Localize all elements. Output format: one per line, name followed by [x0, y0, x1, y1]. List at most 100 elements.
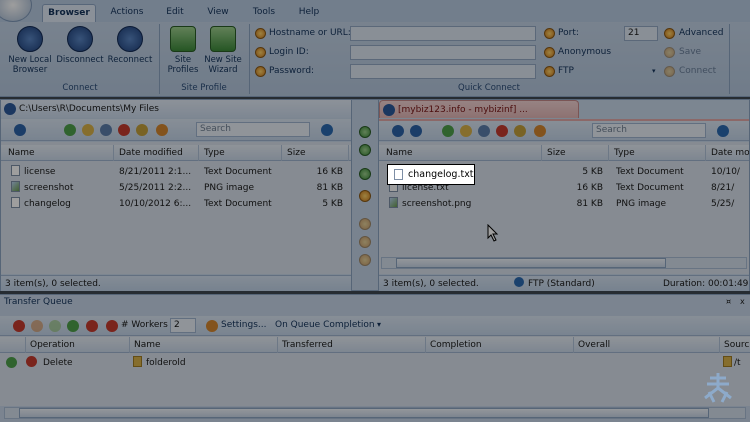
protocol-select[interactable]: FTP	[558, 65, 574, 77]
image-file-icon	[11, 181, 20, 192]
copy-icon[interactable]	[478, 125, 490, 137]
delete-icon[interactable]	[118, 124, 130, 136]
table-row[interactable]: Delete folderold /t	[0, 355, 750, 371]
table-row[interactable]: screenshot 5/25/2011 2:2... PNG image 81…	[1, 180, 351, 196]
queue-completion-dropdown[interactable]: On Queue Completion	[275, 320, 375, 330]
column-header-operation[interactable]: Operation	[26, 337, 130, 353]
pin-icon[interactable]: ¤	[726, 297, 731, 306]
tab-edit[interactable]: Edit	[158, 4, 192, 22]
local-toolbar: Search	[1, 119, 351, 141]
remote-status-text: 3 item(s), 0 selected.	[383, 279, 479, 289]
tab-view[interactable]: View	[198, 4, 238, 22]
queue-down-icon[interactable]	[359, 254, 371, 266]
column-header-source[interactable]: Sourc	[720, 337, 750, 353]
tab-browser[interactable]: Browser	[42, 4, 96, 22]
chevron-down-icon[interactable]: ▾	[377, 320, 381, 329]
forward-icon[interactable]	[410, 125, 422, 137]
column-header-size[interactable]: Size	[543, 145, 609, 161]
anonymous-checkbox[interactable]: Anonymous	[558, 46, 611, 58]
folder-up-icon[interactable]	[460, 125, 472, 137]
remote-search-input[interactable]: Search	[592, 123, 706, 138]
chevron-down-icon[interactable]: ▾	[652, 65, 656, 77]
advanced-button[interactable]: Advanced	[679, 27, 723, 39]
copy-icon[interactable]	[100, 124, 112, 136]
queue-up-icon[interactable]	[359, 236, 371, 248]
search-icon[interactable]	[321, 124, 333, 136]
settings-button[interactable]: Settings...	[221, 320, 267, 330]
table-row[interactable]: changelog 10/10/2012 6:... Text Document…	[1, 196, 351, 212]
connect-button[interactable]: Connect	[679, 65, 716, 77]
sync-icon[interactable]	[359, 168, 371, 180]
file-date: 8/21/	[711, 183, 735, 193]
local-search-input[interactable]: Search	[196, 122, 310, 137]
scrollbar-thumb[interactable]	[19, 408, 709, 418]
tab-tools[interactable]: Tools	[244, 4, 284, 22]
column-header-type[interactable]: Type	[610, 145, 706, 161]
save-button[interactable]: Save	[679, 46, 701, 58]
column-header-size[interactable]: Size	[283, 145, 349, 161]
play-icon[interactable]	[67, 320, 79, 332]
transfer-button-strip	[352, 99, 378, 291]
resume-icon[interactable]	[49, 320, 61, 332]
host-icon	[255, 28, 266, 39]
compare-icon[interactable]	[359, 190, 371, 202]
password-input[interactable]	[350, 64, 536, 79]
horizontal-scrollbar[interactable]	[381, 257, 747, 269]
clear-icon[interactable]	[106, 320, 118, 332]
port-label: Port:	[558, 28, 579, 38]
table-row[interactable]: screenshot.png 81 KB PNG image 5/25/	[379, 196, 749, 212]
refresh-icon[interactable]	[64, 124, 76, 136]
rename-icon[interactable]	[136, 124, 148, 136]
rename-icon[interactable]	[514, 125, 526, 137]
delete-icon[interactable]	[496, 125, 508, 137]
host-input[interactable]	[350, 26, 536, 41]
local-pane-tab[interactable]: C:\Users\R\Documents\My Files	[1, 100, 351, 118]
scrollbar-thumb[interactable]	[396, 258, 666, 268]
column-header-type[interactable]: Type	[200, 145, 282, 161]
column-header-date[interactable]: Date modified	[115, 145, 199, 161]
pause-icon[interactable]	[31, 320, 43, 332]
column-header-name[interactable]: Name	[130, 337, 278, 353]
remove-icon[interactable]	[86, 320, 98, 332]
disconnect-icon	[67, 26, 93, 52]
workers-spinner[interactable]: 2	[170, 318, 196, 333]
column-header-date[interactable]: Date mo	[707, 145, 749, 161]
login-input[interactable]	[350, 45, 536, 60]
highlighted-file[interactable]: changelog.txt	[388, 165, 474, 184]
disconnect-button[interactable]: Disconnect	[55, 26, 105, 65]
view-options-icon[interactable]	[534, 125, 546, 137]
tab-actions[interactable]: Actions	[104, 4, 150, 22]
column-header-transferred[interactable]: Transferred	[278, 337, 426, 353]
folder-up-icon[interactable]	[82, 124, 94, 136]
stop-icon[interactable]	[13, 320, 25, 332]
new-site-wizard-button[interactable]: New Site Wizard	[198, 26, 248, 75]
view-options-icon[interactable]	[156, 124, 168, 136]
queue-horizontal-scrollbar[interactable]	[4, 407, 746, 419]
queue-add-icon[interactable]	[359, 218, 371, 230]
text-file-icon	[11, 165, 20, 176]
transfer-left-icon[interactable]	[359, 144, 371, 156]
remote-pane-tab[interactable]: [mybiz123.info - mybizinf] ...	[379, 100, 579, 118]
table-row[interactable]: license 8/21/2011 2:1... Text Document 1…	[1, 164, 351, 180]
file-type: Text Document	[616, 167, 684, 177]
column-header-status[interactable]	[0, 337, 26, 353]
mouse-pointer-icon	[487, 224, 499, 242]
port-input[interactable]: 21	[624, 26, 658, 41]
back-icon[interactable]	[14, 124, 26, 136]
close-icon[interactable]: x	[740, 297, 745, 306]
column-header-name[interactable]: Name	[382, 145, 542, 161]
reconnect-button[interactable]: Reconnect	[105, 26, 155, 65]
back-icon[interactable]	[392, 125, 404, 137]
column-header-completion[interactable]: Completion	[426, 337, 574, 353]
save-icon	[664, 47, 675, 58]
new-local-browser-button[interactable]: New Local Browser	[5, 26, 55, 75]
transfer-right-icon[interactable]	[359, 126, 371, 138]
monitor-icon	[17, 26, 43, 52]
search-icon[interactable]	[717, 125, 729, 137]
refresh-icon[interactable]	[442, 125, 454, 137]
column-header-name[interactable]: Name	[4, 145, 114, 161]
queue-operation: Delete	[43, 358, 73, 368]
tab-help[interactable]: Help	[292, 4, 326, 22]
login-label: Login ID:	[269, 47, 309, 57]
column-header-overall[interactable]: Overall	[574, 337, 720, 353]
